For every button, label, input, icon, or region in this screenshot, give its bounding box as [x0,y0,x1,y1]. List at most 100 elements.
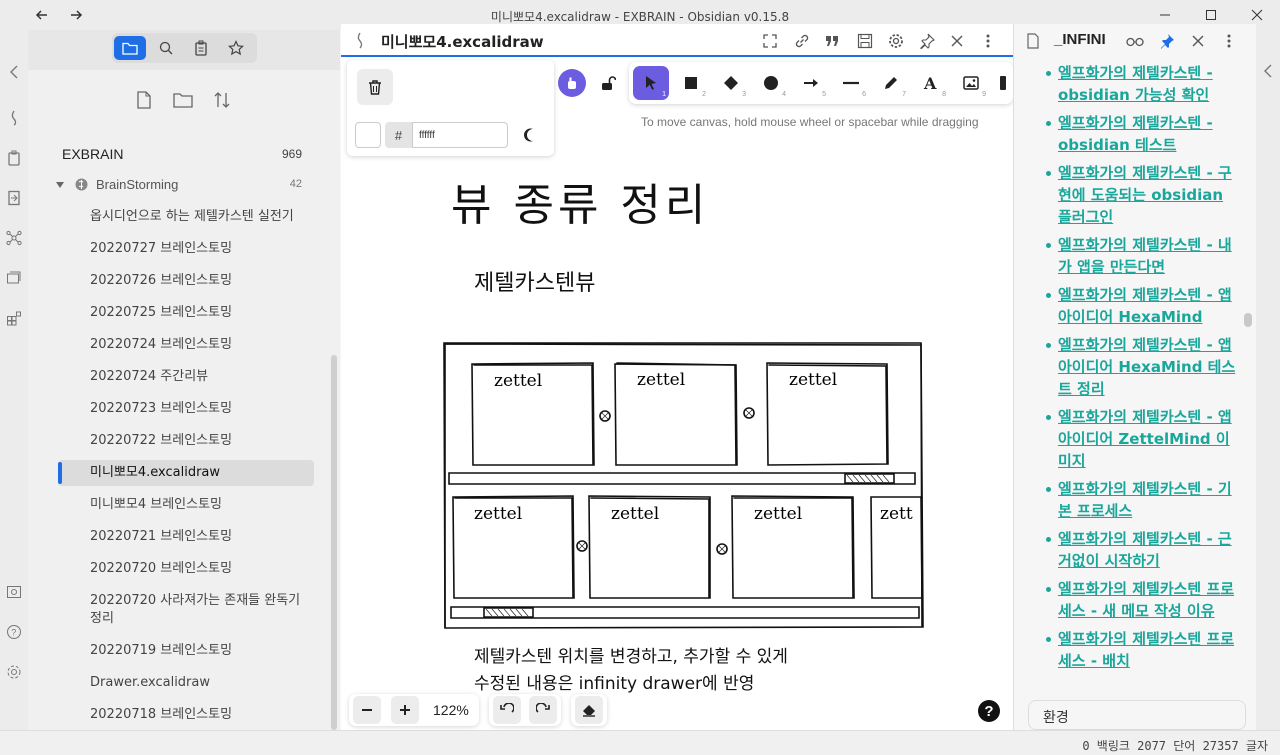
file-item[interactable]: 20220723 브레인스토밍 [58,396,314,422]
backlink-item[interactable]: 엘프화가의 제텔카스텐 프로세스 - 배치 [1014,628,1250,672]
link-icon[interactable] [791,30,813,52]
bookmark-star-tab[interactable] [220,36,252,60]
file-item[interactable]: Drawer.excalidraw [58,670,314,696]
help-icon[interactable]: ? [4,622,24,642]
right-sidebar-header: _INFINI [1014,24,1257,57]
close-pane-icon[interactable] [1187,30,1209,52]
search-tab[interactable] [150,36,182,60]
excalidraw-icon [349,30,371,52]
new-folder-icon[interactable] [171,88,195,112]
card-label: zettel [474,504,522,524]
excalidraw-canvas[interactable]: # ffffff 1 2 3 4 5 6 7 A 8 9 To move can… [341,59,1013,730]
canvas-help-button[interactable]: ? [978,700,1000,722]
file-explorer-tab[interactable] [114,36,146,60]
folder-caret-icon [56,182,64,188]
file-item[interactable]: 옵시디언으로 하는 제텔카스텐 실전기 [58,204,314,230]
backlink-item[interactable]: 엘프화가의 제텔카스텐 - obsidian 테스트 [1014,112,1250,156]
card-label: zettel [611,504,659,524]
backlink-item[interactable]: 엘프화가의 제텔카스텐 - 내가 앱을 만든다면 [1014,234,1250,278]
eraser-control [571,694,607,726]
backlink-item[interactable]: 엘프화가의 제텔카스텐 - 기본 프로세스 [1014,478,1250,522]
left-sidebar: EXBRAIN 969 BrainStorming 42 옵시디언으로 하는 제… [28,30,340,730]
excalidraw-icon[interactable] [4,108,24,128]
right-sidebar: _INFINI 엘프화가의 제텔카스텐 - obsidian 가능성 확인 엘프화… [1013,24,1256,730]
left-scrollbar[interactable] [331,355,337,730]
vault-row[interactable]: EXBRAIN 969 [62,146,302,166]
canvas-bottom-controls: 122% ? [341,691,1013,730]
sidebar-search-input[interactable]: 환경 [1028,700,1246,730]
note-line-1: 제텔카스텐 위치를 변경하고, 추가할 수 있게 [474,647,788,667]
right-ribbon [1256,24,1280,730]
zoom-in-button[interactable] [391,696,419,724]
import-icon[interactable] [4,188,24,208]
ribbon: ? [0,30,28,730]
backlink-item[interactable]: 엘프화가의 제텔카스텐 - 앱 아이디어 ZettelMind 이미지 [1014,406,1250,472]
vault-switch-icon[interactable] [4,582,24,602]
file-item[interactable]: 미니뽀모4.excalidraw [58,460,314,486]
pin-active-icon[interactable] [1156,30,1178,52]
card-label: zettel [754,504,802,524]
file-item[interactable]: 20220718 브레인스토밍 [58,702,314,728]
link-list: 엘프화가의 제텔카스텐 - obsidian 가능성 확인엘프화가의 제텔카스텐… [1014,62,1250,693]
fullscreen-icon[interactable] [759,30,781,52]
save-icon[interactable] [854,30,876,52]
file-item[interactable]: 20220721 브레인스토밍 [58,524,314,550]
file-item[interactable]: 20220724 주간리뷰 [58,364,314,390]
pin-icon[interactable] [916,30,938,52]
backlink-item[interactable]: 엘프화가의 제텔카스텐 - 구현에 도움되는 obsidian 플러그인 [1014,162,1250,228]
clipboard-tab[interactable] [185,36,217,60]
backlink-item[interactable]: 엘프화가의 제텔카스텐 프로세스 - 새 메모 작성 이유 [1014,578,1250,622]
graph-view-icon[interactable] [4,228,24,248]
file-item[interactable]: 20220720 사라져가는 존재들 완독기 정리 [58,588,314,632]
eraser-button[interactable] [575,696,603,724]
more-options-icon[interactable] [1218,30,1240,52]
file-item[interactable]: 20220727 브레인스토밍 [58,236,314,262]
file-item[interactable]: 20220724 브레인스토밍 [58,332,314,358]
cards-icon[interactable] [4,268,24,288]
sidebar-tabs [112,33,257,63]
file-item[interactable]: 미니뽀모4 브레인스토밍 [58,492,314,518]
reading-glasses-icon[interactable] [1124,30,1146,52]
clipboard-icon[interactable] [4,148,24,168]
zoom-controls: 122% [349,694,479,726]
new-note-icon[interactable] [132,88,156,112]
file-item[interactable]: 20220726 브레인스토밍 [58,268,314,294]
redo-button[interactable] [529,696,557,724]
backlink-item[interactable]: 엘프화가의 제텔카스텐 - 근거없이 시작하기 [1014,528,1250,572]
folder-brainstorming[interactable]: BrainStorming 42 [56,176,302,196]
right-scrollbar[interactable] [1244,313,1252,327]
file-item[interactable]: 20220720 브레인스토밍 [58,556,314,582]
tab-header: 미니뽀모4.excalidraw [341,24,1013,57]
zoom-out-button[interactable] [353,696,381,724]
file-item[interactable]: 20220722 브레인스토밍 [58,428,314,454]
backlink-item[interactable]: 엘프화가의 제텔카스텐 - obsidian 가능성 확인 [1014,62,1250,106]
settings-icon[interactable] [4,662,24,682]
file-actions [28,88,340,112]
sort-icon[interactable] [210,88,234,112]
plugins-icon[interactable] [4,308,24,328]
redo-icon [536,703,550,713]
backlink-item[interactable]: 엘프화가의 제텔카스텐 - 앱 아이디어 HexaMind [1014,284,1250,328]
right-pane-title: _INFINI [1054,31,1106,48]
status-text: 0 백링크 2077 단어 27357 글자 [1082,739,1268,753]
collapse-left-icon[interactable] [4,62,24,82]
file-list: 옵시디언으로 하는 제텔카스텐 실전기 20220727 브레인스토밍 202207… [58,204,314,734]
close-tab-icon[interactable] [946,30,968,52]
window-title: 미니뽀모4.excalidraw - EXBRAIN - Obsidian v0… [490,10,790,24]
gear-icon[interactable] [885,30,907,52]
link-list-viewport: 엘프화가의 제텔카스텐 - obsidian 가능성 확인엘프화가의 제텔카스텐… [1014,57,1250,693]
file-item[interactable]: 20220725 브레인스토밍 [58,300,314,326]
backlink-item[interactable]: 엘프화가의 제텔카스텐 - 앱 아이디어 HexaMind 테스트 정리 [1014,334,1250,400]
file-item[interactable]: 20220719 브레인스토밍 [58,638,314,664]
svg-text:?: ? [11,628,16,638]
brain-icon [75,178,88,191]
undo-button[interactable] [493,696,521,724]
zoom-level[interactable]: 122% [433,702,469,718]
eraser-icon [583,705,595,717]
sidebar-tab-bar [28,30,340,70]
vault-count: 969 [281,147,302,161]
card-label: zettel [494,371,542,391]
quote-icon[interactable] [821,30,843,52]
collapse-right-icon[interactable] [1263,64,1273,78]
more-options-icon[interactable] [977,30,999,52]
